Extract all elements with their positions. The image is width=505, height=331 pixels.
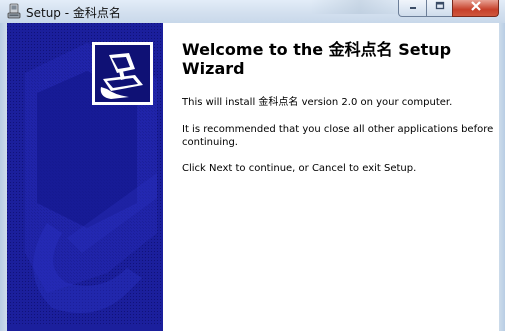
close-button[interactable] [452,0,499,17]
setup-window: Setup - 金科点名 Welcome to the 金科点名 Setup W… [0,0,505,331]
minimize-button[interactable] [398,0,427,17]
minimize-icon [399,1,426,14]
maximize-icon [427,1,452,14]
wizard-side-image [7,23,163,331]
close-icon [453,0,498,15]
title-bar[interactable]: Setup - 金科点名 [0,0,505,23]
window-frame-right [499,23,505,331]
title-bar-glass [310,0,410,14]
next-instruction: Click Next to continue, or Cancel to exi… [182,163,417,174]
app-icon[interactable] [7,3,21,19]
welcome-heading: Welcome to the 金科点名 Setup Wizard [182,40,452,78]
window-frame-left [0,23,7,331]
wizard-content: Welcome to the 金科点名 Setup Wizard This wi… [163,23,499,331]
maximize-button[interactable] [426,0,453,17]
window-title: Setup - 金科点名 [26,6,121,20]
panel-bottom-strip [7,326,163,331]
install-message: This will install 金科点名 version 2.0 on yo… [182,97,453,108]
recommend-message: It is recommended that you close all oth… [182,124,494,148]
